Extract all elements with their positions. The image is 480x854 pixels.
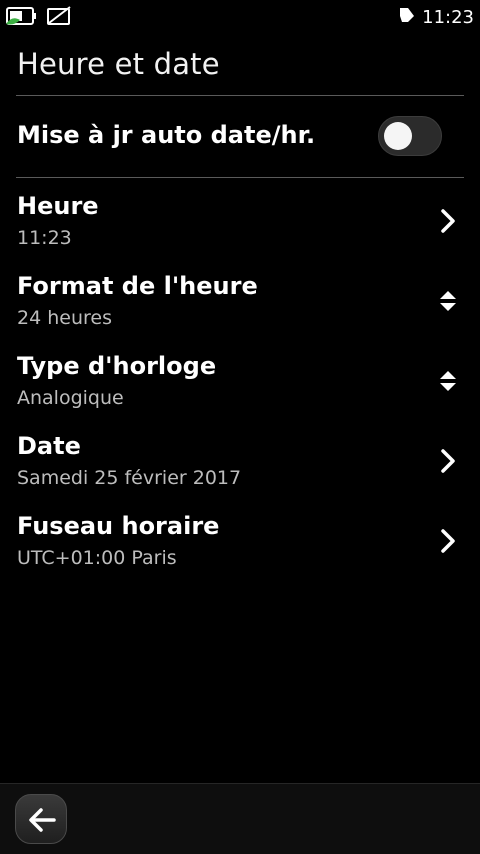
setting-title: Fuseau horaire <box>17 512 220 540</box>
status-bar: 11:23 <box>0 0 480 34</box>
bottom-toolbar <box>0 783 480 854</box>
chevron-right-icon <box>438 208 458 234</box>
settings-screen: 11:23 Heure et date Mise à jr auto date/… <box>0 0 480 854</box>
up-down-selector-icon <box>438 368 458 394</box>
setting-value: 11:23 <box>17 227 72 249</box>
status-time: 11:23 <box>422 7 474 28</box>
back-button[interactable] <box>15 794 67 844</box>
setting-title: Type d'horloge <box>17 352 217 380</box>
setting-row-heure[interactable]: Heure 11:23 <box>0 182 480 262</box>
auto-update-switch[interactable] <box>378 116 442 156</box>
setting-row-date[interactable]: Date Samedi 25 février 2017 <box>0 422 480 502</box>
battery-charging-icon <box>6 6 38 30</box>
chevron-right-icon <box>438 528 458 554</box>
status-right-area: 11:23 <box>398 6 474 30</box>
setting-value: 24 heures <box>17 307 112 329</box>
setting-row-type-horloge[interactable]: Type d'horloge Analogique <box>0 342 480 422</box>
auto-update-label: Mise à jr auto date/hr. <box>17 121 316 149</box>
switch-knob <box>384 122 412 150</box>
setting-title: Heure <box>17 192 99 220</box>
setting-title: Format de l'heure <box>17 272 258 300</box>
auto-update-row[interactable]: Mise à jr auto date/hr. <box>0 96 480 177</box>
setting-value: Analogique <box>17 387 124 409</box>
setting-row-format-heure[interactable]: Format de l'heure 24 heures <box>0 262 480 342</box>
setting-value: UTC+01:00 Paris <box>17 547 177 569</box>
notification-flag-icon <box>398 6 416 30</box>
chevron-right-icon <box>438 448 458 474</box>
toggle-divider <box>16 177 464 178</box>
setting-value: Samedi 25 février 2017 <box>17 467 242 489</box>
status-left-icons <box>6 6 72 30</box>
setting-title: Date <box>17 432 81 460</box>
page-title: Heure et date <box>17 47 220 81</box>
setting-row-fuseau-horaire[interactable]: Fuseau horaire UTC+01:00 Paris <box>0 502 480 582</box>
up-down-selector-icon <box>438 288 458 314</box>
no-sim-icon <box>46 6 72 30</box>
